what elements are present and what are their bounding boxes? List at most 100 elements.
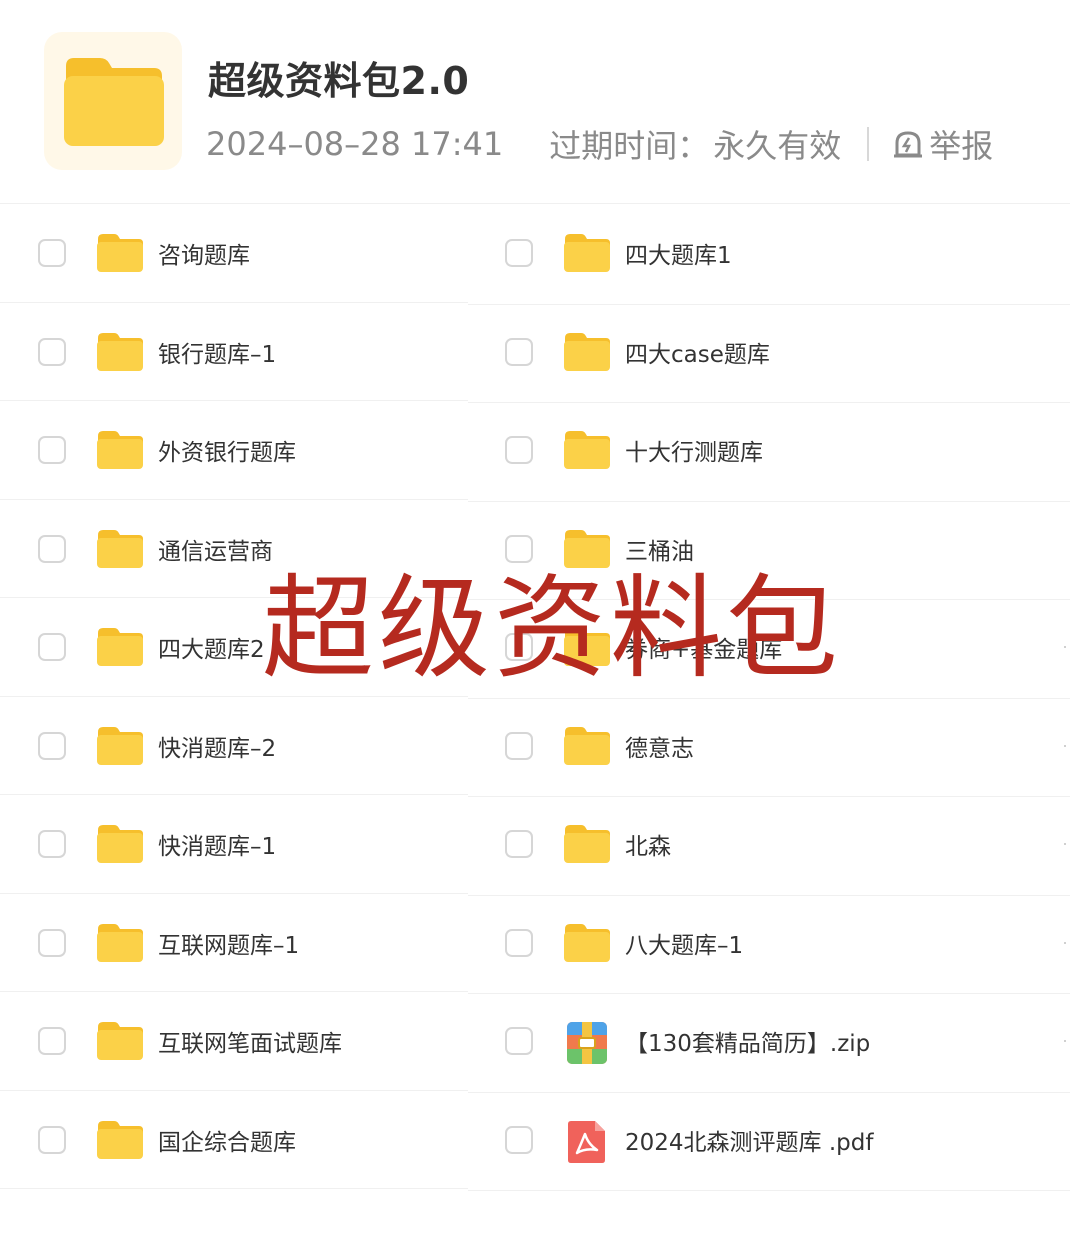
select-checkbox[interactable] — [38, 337, 66, 366]
select-checkbox[interactable] — [38, 1125, 66, 1154]
file-name: 外资银行题库 — [158, 440, 296, 466]
select-checkbox[interactable] — [38, 633, 66, 661]
share-date: 2024–08–28 17:41 — [206, 125, 504, 163]
row-divider — [0, 1188, 468, 1189]
file-type-icon-wrap — [563, 627, 611, 667]
file-item[interactable]: 券商+基金题库 — [505, 598, 1065, 696]
folder-icon — [564, 726, 610, 765]
meta-divider — [867, 127, 870, 161]
file-row: 银行题库–1 四大case题库 — [0, 303, 1070, 403]
scroll-dot — [1064, 843, 1066, 845]
folder-icon — [97, 529, 143, 568]
select-checkbox[interactable] — [38, 830, 66, 858]
file-type-icon-wrap — [96, 1120, 144, 1160]
select-checkbox[interactable] — [38, 928, 66, 957]
file-item[interactable]: 【130套精品简历】.zip — [505, 992, 1065, 1090]
select-checkbox[interactable] — [38, 436, 66, 464]
file-type-icon-wrap — [563, 1120, 611, 1163]
file-type-icon-wrap — [563, 824, 611, 864]
file-row: 咨询题库 四大题库1 — [0, 204, 1070, 305]
select-checkbox[interactable] — [38, 534, 66, 563]
select-checkbox[interactable] — [505, 436, 533, 464]
select-checkbox[interactable] — [505, 830, 533, 858]
folder-icon — [564, 332, 610, 371]
select-checkbox[interactable] — [505, 534, 533, 563]
scroll-dot — [1064, 941, 1066, 944]
file-item[interactable]: 国企综合题库 — [38, 1091, 468, 1189]
file-name: 四大case题库 — [625, 341, 770, 368]
file-name: 互联网题库–1 — [158, 932, 300, 959]
report-button[interactable]: 举报 — [891, 121, 993, 167]
file-item[interactable]: 四大题库2 — [38, 598, 468, 696]
file-item[interactable]: 互联网笔面试题库 — [38, 992, 468, 1090]
file-item[interactable]: 八大题库–1 — [505, 894, 1065, 992]
folder-icon — [564, 923, 610, 962]
share-folder-tile — [44, 32, 182, 170]
folder-icon — [97, 1120, 143, 1159]
select-checkbox[interactable] — [505, 239, 533, 267]
select-checkbox[interactable] — [38, 1027, 66, 1055]
file-item[interactable]: 2024北森测评题库 .pdf — [505, 1091, 1065, 1189]
file-name: 十大行测题库 — [625, 440, 763, 466]
select-checkbox[interactable] — [38, 731, 66, 760]
folder-icon — [97, 923, 143, 962]
folder-icon — [97, 1022, 143, 1060]
file-item[interactable]: 咨询题库 — [38, 204, 468, 302]
file-name: 快消题库–1 — [158, 834, 277, 860]
file-item[interactable]: 快消题库–1 — [38, 795, 468, 893]
file-row: 互联网题库–1 八大题库–1 — [0, 894, 1070, 994]
file-type-icon-wrap — [563, 726, 611, 766]
row-divider — [468, 1190, 1070, 1191]
folder-icon — [564, 628, 610, 666]
file-type-icon-wrap — [96, 923, 144, 963]
folder-icon — [564, 825, 610, 863]
file-row: 四大题库2 券商+基金题库 — [0, 598, 1070, 699]
file-item[interactable]: 银行题库–1 — [38, 303, 468, 401]
file-item[interactable]: 北森 — [505, 795, 1065, 893]
file-type-icon-wrap — [96, 824, 144, 864]
file-name: 互联网笔面试题库 — [158, 1031, 342, 1057]
file-item[interactable]: 德意志 — [505, 697, 1065, 795]
file-name: 北森 — [625, 834, 671, 860]
file-type-icon-wrap — [563, 529, 611, 569]
select-checkbox[interactable] — [505, 731, 533, 760]
file-row: 通信运营商 三桶油 — [0, 500, 1070, 600]
file-grid: 咨询题库 四大题库1 银行题库–1 四大case题库 外资银行题库 十大行测题库 通信运营商… — [0, 204, 1070, 1191]
file-item[interactable]: 四大case题库 — [505, 303, 1065, 401]
file-name: 【130套精品简历】.zip — [625, 1031, 871, 1057]
file-type-icon-wrap — [563, 923, 611, 963]
select-checkbox[interactable] — [505, 928, 533, 957]
file-item[interactable]: 通信运营商 — [38, 500, 468, 598]
file-item[interactable]: 三桶油 — [505, 500, 1065, 598]
file-type-icon-wrap — [563, 332, 611, 372]
expire-value: 永久有效 — [713, 127, 842, 165]
file-type-icon-wrap — [96, 430, 144, 470]
folder-icon — [97, 726, 143, 765]
file-type-icon-wrap — [96, 233, 144, 273]
file-item[interactable]: 快消题库–2 — [38, 697, 468, 795]
select-checkbox[interactable] — [505, 1027, 533, 1055]
file-type-icon-wrap — [563, 1021, 611, 1064]
file-type-icon-wrap — [96, 1021, 144, 1061]
file-row: 外资银行题库 十大行测题库 — [0, 401, 1070, 502]
file-item[interactable]: 外资银行题库 — [38, 401, 468, 499]
file-name: 券商+基金题库 — [625, 637, 783, 663]
file-item[interactable]: 互联网题库–1 — [38, 894, 468, 992]
file-item[interactable]: 四大题库1 — [505, 204, 1065, 302]
report-label: 举报 — [929, 127, 994, 165]
select-checkbox[interactable] — [505, 337, 533, 366]
folder-icon — [564, 234, 610, 272]
folder-icon — [97, 431, 143, 469]
file-type-icon-wrap — [96, 529, 144, 569]
file-type-icon-wrap — [96, 726, 144, 766]
file-item[interactable]: 十大行测题库 — [505, 401, 1065, 499]
share-meta: 2024–08–28 17:41 过期时间： 永久有效 举报 — [206, 122, 993, 166]
pdf-file-icon — [568, 1120, 605, 1163]
file-name: 通信运营商 — [158, 538, 273, 565]
file-name: 国企综合题库 — [158, 1129, 296, 1156]
select-checkbox[interactable] — [505, 1125, 533, 1154]
file-type-icon-wrap — [563, 233, 611, 273]
select-checkbox[interactable] — [505, 633, 533, 661]
folder-icon — [97, 628, 143, 666]
select-checkbox[interactable] — [38, 239, 66, 267]
